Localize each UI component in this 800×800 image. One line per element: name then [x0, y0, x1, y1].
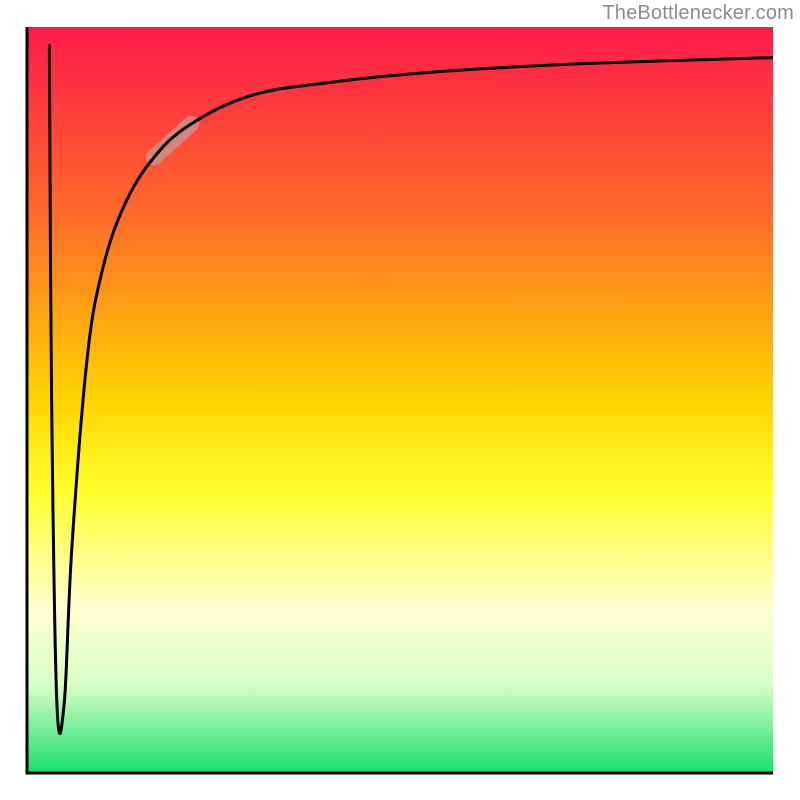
plot-background: [27, 27, 773, 773]
bottleneck-chart: [0, 0, 800, 800]
attribution-text: TheBottlenecker.com: [602, 2, 794, 25]
chart-stage: TheBottlenecker.com: [0, 0, 800, 800]
